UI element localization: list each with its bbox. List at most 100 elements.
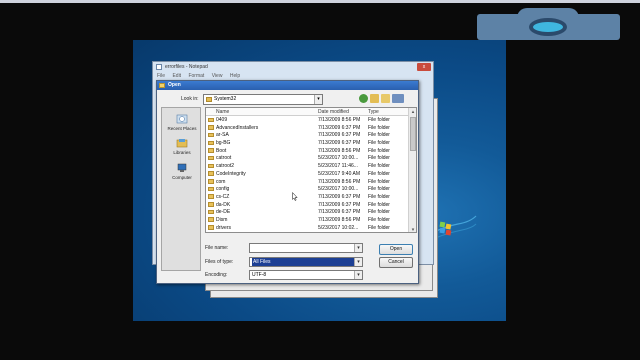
notepad-icon [156,64,162,70]
folder-icon [208,225,214,230]
open-button[interactable]: Open [379,244,413,255]
folder-icon [208,132,214,138]
open-folder-icon [159,83,165,88]
folder-icon [208,163,214,169]
file-row[interactable]: drivers 5/23/2017 10:02... File folder [206,224,416,232]
file-name-input[interactable]: ▾ [249,243,363,253]
dialog-title: Open [168,82,181,88]
file-row[interactable]: Boot 7/13/2009 8:56 PM File folder [206,147,416,155]
file-name: CodeIntegrity [216,170,246,177]
menu-edit[interactable]: Edit [172,73,181,79]
file-type: File folder [368,163,390,170]
notepad-close-button[interactable]: x [417,63,431,71]
folder-icon [208,217,214,222]
mouse-cursor-icon [292,192,298,201]
file-rows: 0409 7/13/2009 8:56 PM File folder Advanced… [206,116,416,231]
file-name: bg-BG [216,140,231,147]
folder-icon [208,155,214,161]
column-type[interactable]: Type [368,109,379,115]
file-date: 7/13/2009 8:56 PM [318,117,361,123]
recent-places-icon [176,114,188,124]
folder-icon [208,179,214,184]
chevron-down-icon[interactable]: ▾ [314,95,322,104]
file-date: 7/13/2009 8:56 PM [318,216,361,223]
column-name[interactable]: Name [216,109,229,115]
files-of-type-select[interactable]: All Files ▾ [249,257,363,267]
file-row[interactable]: CodeIntegrity 5/23/2017 9:40 AM File folde… [206,170,416,178]
file-row[interactable]: 0409 7/13/2009 8:56 PM File folder [206,116,416,124]
encoding-row: Encoding: UTF-8 ▾ [205,270,365,280]
file-date: 7/13/2009 6:37 PM [318,124,361,131]
camera-icon [529,18,567,36]
menu-file[interactable]: File [157,73,165,79]
file-row[interactable]: da-DK 7/13/2009 6:37 PM File folder [206,201,416,209]
file-list[interactable]: Name Date modified Type 0409 7/13/2009 8:… [205,107,417,233]
file-name: catroot2 [216,163,235,170]
file-date: 5/23/2017 11:46... [318,163,358,170]
file-row[interactable]: com 7/13/2009 8:56 PM File folder [206,178,416,186]
file-date: 5/23/2017 10:00... [318,186,359,193]
file-name: de-DE [216,209,231,216]
menu-help[interactable]: Help [230,73,240,79]
file-row[interactable]: bg-BG 7/13/2009 6:37 PM File folder [206,139,416,147]
file-type: File folder [368,224,390,231]
chevron-down-icon[interactable]: ▾ [354,258,362,266]
top-border-bar [0,0,640,3]
place-label: Computer [172,175,192,180]
menu-format[interactable]: Format [188,73,204,79]
file-row[interactable]: cs-CZ 7/13/2009 6:37 PM File folder [206,193,416,201]
computer-icon [177,163,187,172]
encoding-select[interactable]: UTF-8 ▾ [249,270,363,280]
folder-icon [206,97,212,102]
file-row[interactable]: AdvancedInstallers 7/13/2009 6:37 PM File … [206,124,416,132]
view-menu-icon[interactable] [392,94,404,103]
up-folder-icon[interactable] [370,94,379,103]
file-row[interactable]: ar-SA 7/13/2009 6:37 PM File folder [206,131,416,139]
place-computer[interactable]: Computer [162,163,202,180]
file-list-header: Name Date modified Type [206,108,416,116]
menu-view[interactable]: View [212,73,223,79]
place-label: Libraries [173,150,191,155]
place-libraries[interactable]: Libraries [162,138,202,155]
scroll-up-icon[interactable]: ▴ [409,108,416,116]
vertical-scrollbar[interactable]: ▴ ▾ [408,108,416,232]
file-date: 7/13/2009 6:37 PM [318,209,361,216]
file-row[interactable]: catroot 5/23/2017 10:00... File folder [206,154,416,162]
file-row[interactable]: config 5/23/2017 10:00... File folder [206,185,416,193]
folder-icon [208,140,214,146]
chevron-down-icon[interactable]: ▾ [354,244,362,252]
folder-icon [208,209,214,215]
cancel-button[interactable]: Cancel [379,257,413,268]
file-name: catroot [216,155,232,162]
back-icon[interactable] [359,94,368,103]
open-dialog[interactable]: Open Look in: System32 ▾ Recent Places L… [156,80,419,284]
file-date: 5/23/2017 10:00... [318,155,359,162]
dialog-title-bar: Open [157,81,418,90]
column-date-modified[interactable]: Date modified [318,109,349,115]
file-type: File folder [368,201,390,208]
file-date: 7/13/2009 6:37 PM [318,193,361,200]
file-name: config [216,186,230,193]
file-name: da-DK [216,201,231,208]
place-recent-places[interactable]: Recent Places [162,114,202,131]
scroll-thumb[interactable] [410,117,416,151]
file-row[interactable]: de-DE 7/13/2009 6:37 PM File folder [206,208,416,216]
file-name: 0409 [216,117,228,123]
file-name: com [216,178,226,185]
folder-icon [208,117,214,122]
folder-icon [208,186,214,192]
new-folder-icon[interactable] [381,94,390,103]
folder-icon [208,125,214,130]
libraries-icon [176,139,188,148]
file-type: File folder [368,147,390,154]
look-in-dropdown[interactable]: System32 ▾ [203,94,323,105]
chevron-down-icon[interactable]: ▾ [354,271,362,279]
file-row[interactable]: catroot2 5/23/2017 11:46... File folder [206,162,416,170]
file-type: File folder [368,117,390,123]
folder-icon [208,194,214,199]
recording-overlay[interactable] [477,8,620,40]
places-bar: Recent Places Libraries Computer [161,107,201,271]
scroll-down-icon[interactable]: ▾ [409,226,416,232]
file-name: Boot [216,147,227,154]
file-row[interactable]: Dism 7/13/2009 8:56 PM File folder [206,216,416,224]
